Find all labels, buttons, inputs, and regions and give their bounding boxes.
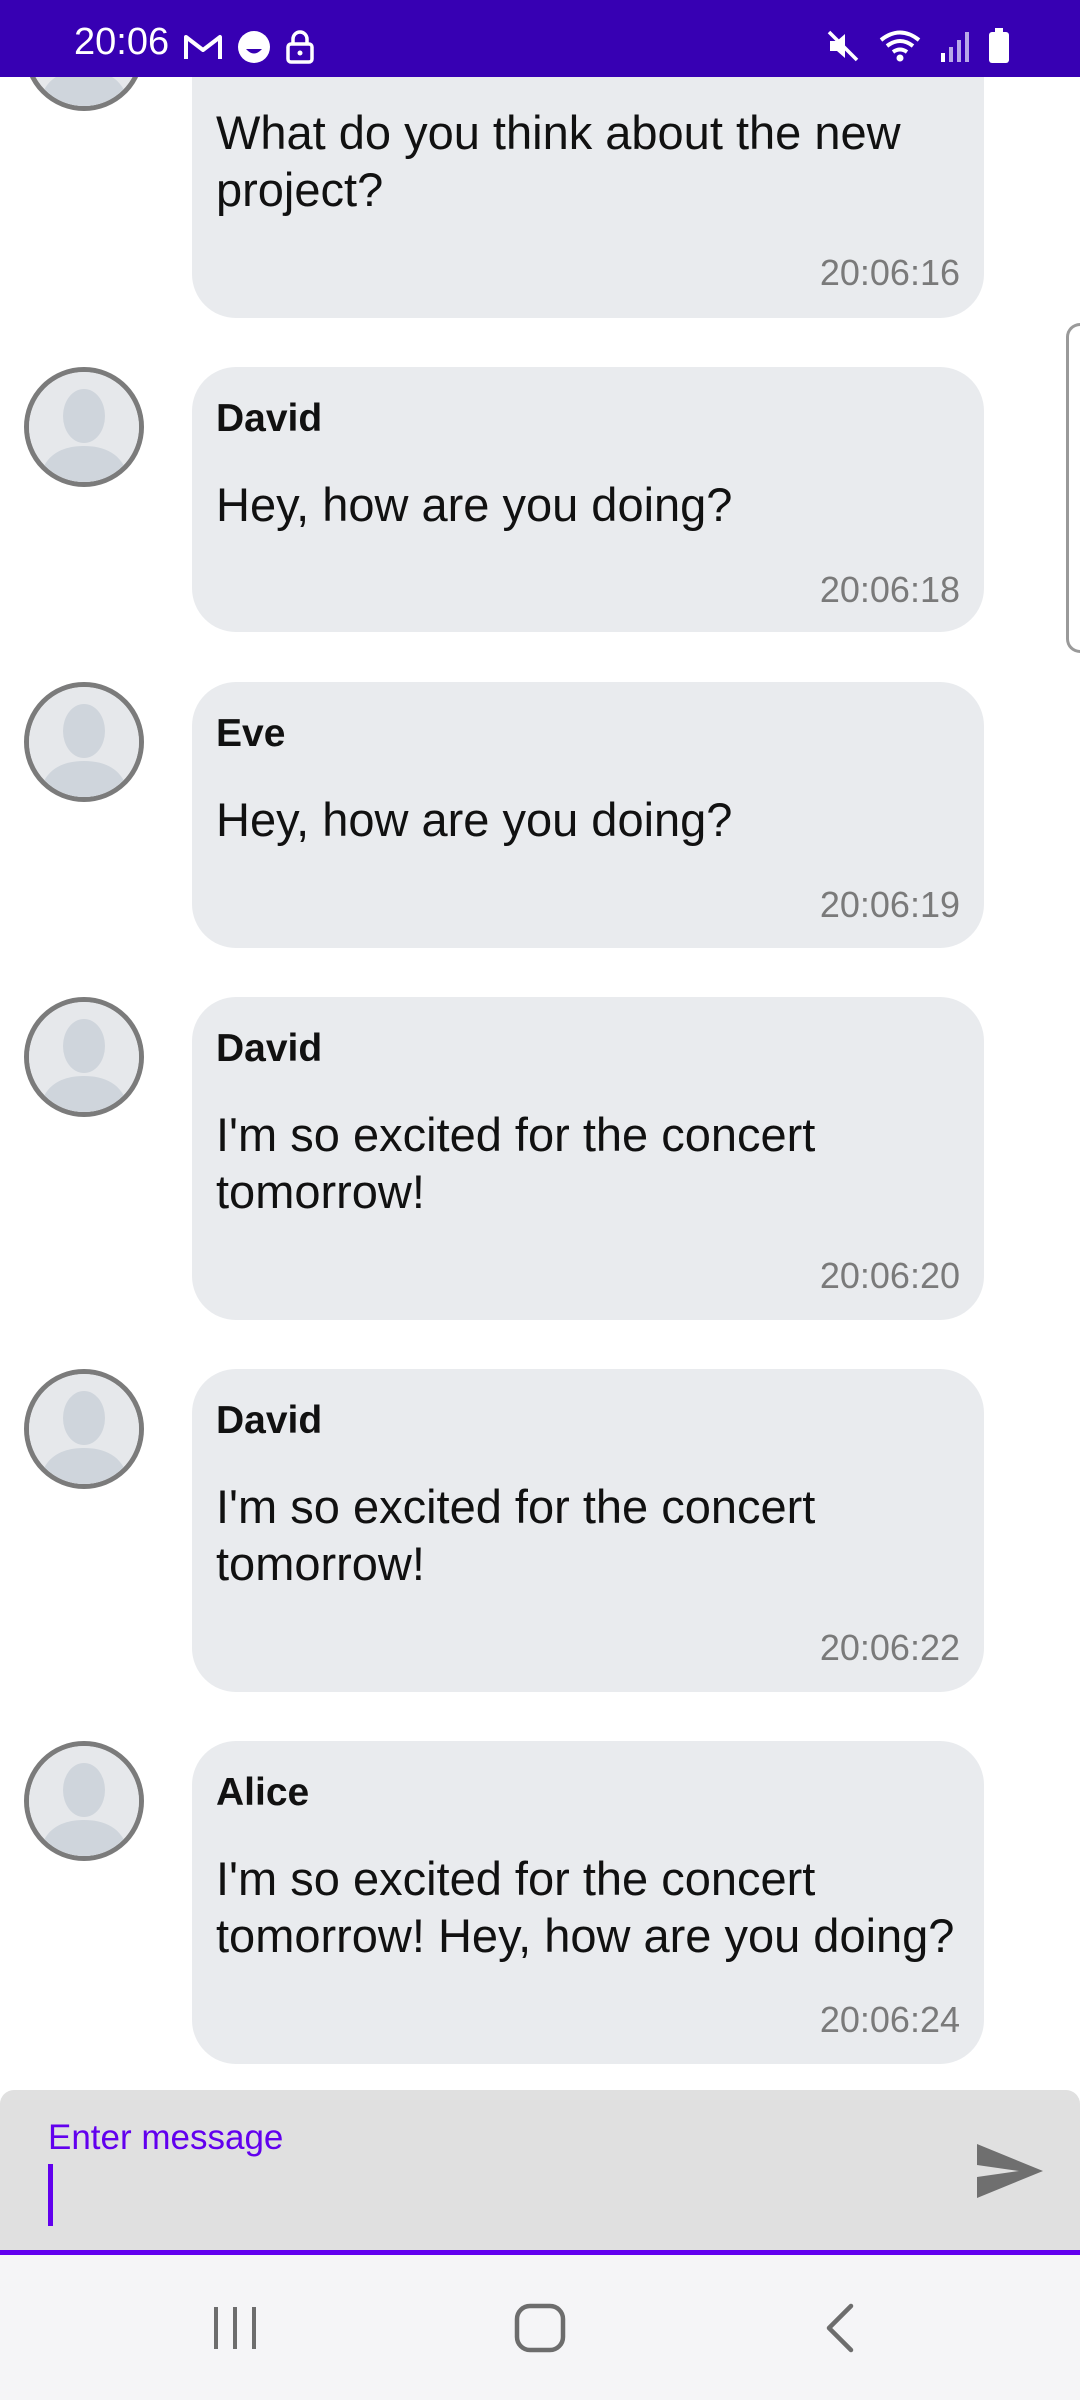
status-time: 20:06	[74, 21, 170, 63]
navigation-bar	[0, 2255, 1080, 2400]
message-timestamp: 20:06:24	[819, 1999, 960, 2040]
message-text: Hey, how are you doing?	[216, 793, 733, 846]
recent-apps-button[interactable]	[190, 2255, 280, 2400]
message-bubble[interactable]: David I'm so excited for the concert tom…	[192, 1369, 984, 1692]
message-sender: David	[216, 397, 323, 440]
message-timestamp: 20:06:19	[819, 884, 960, 925]
face-icon	[237, 30, 271, 69]
signal-icon	[940, 29, 970, 68]
gmail-icon	[183, 32, 223, 67]
message-timestamp: 20:06:16	[819, 252, 960, 293]
message-bubble[interactable]: David Hey, how are you doing? 20:06:18	[192, 367, 984, 632]
wifi-icon	[878, 29, 922, 68]
text-cursor	[48, 2164, 53, 2226]
back-icon	[826, 2303, 854, 2352]
avatar[interactable]	[24, 367, 144, 487]
screen: What do you think about the new project?…	[0, 0, 1080, 2400]
message-bubble[interactable]: Eve Hey, how are you doing? 20:06:19	[192, 682, 984, 948]
avatar[interactable]	[24, 1369, 144, 1489]
message-input-field[interactable]	[0, 2090, 1080, 2252]
back-button[interactable]	[800, 2255, 880, 2400]
message-list[interactable]: What do you think about the new project?…	[0, 0, 1080, 2090]
home-button[interactable]	[490, 2255, 590, 2400]
message-sender: David	[216, 1027, 323, 1070]
scrollbar-thumb[interactable]	[1066, 323, 1080, 653]
person-icon	[29, 1746, 139, 1856]
recent-apps-icon	[214, 2306, 256, 2349]
battery-icon	[988, 28, 1010, 69]
message-timestamp: 20:06:20	[819, 1255, 960, 1296]
avatar[interactable]	[24, 682, 144, 802]
message-sender: David	[216, 1399, 323, 1442]
message-sender: Eve	[216, 712, 286, 755]
message-timestamp: 20:06:22	[819, 1627, 960, 1668]
message-timestamp: 20:06:18	[819, 569, 960, 610]
person-icon	[29, 687, 139, 797]
avatar[interactable]	[24, 997, 144, 1117]
person-icon	[29, 1002, 139, 1112]
message-text: Hey, how are you doing?	[216, 478, 733, 531]
home-icon	[514, 2303, 566, 2352]
system-icons	[826, 28, 1010, 69]
message-text: I'm so excited for the concert tomorrow!	[216, 1108, 816, 1218]
send-button[interactable]	[970, 2136, 1050, 2206]
message-text: What do you think about the new project?	[216, 106, 901, 216]
send-icon	[977, 2144, 1043, 2198]
lock-icon	[285, 30, 315, 69]
notification-icons	[183, 30, 315, 69]
avatar[interactable]	[24, 1741, 144, 1861]
message-input-label: Enter message	[48, 2118, 284, 2157]
mute-icon	[826, 29, 860, 68]
message-sender: Alice	[216, 1771, 310, 1814]
person-icon	[29, 372, 139, 482]
message-text: I'm so excited for the concert tomorrow!	[216, 1480, 816, 1590]
message-bubble[interactable]: Alice I'm so excited for the concert tom…	[192, 1741, 984, 2064]
status-bar: 20:06	[0, 0, 1080, 77]
message-bubble[interactable]: David I'm so excited for the concert tom…	[192, 997, 984, 1320]
message-text: I'm so excited for the concert tomorrow!…	[216, 1852, 955, 1962]
person-icon	[29, 1374, 139, 1484]
